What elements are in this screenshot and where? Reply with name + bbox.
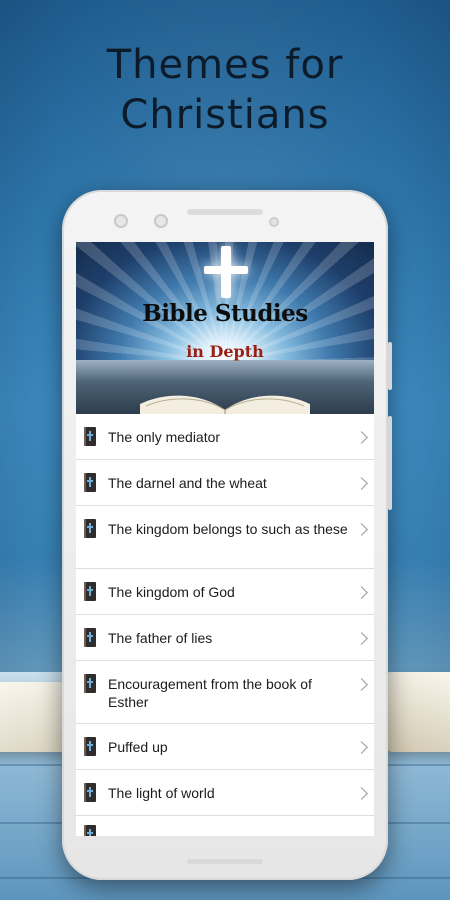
list-item[interactable]: The father of lies	[76, 615, 374, 661]
bible-icon	[84, 674, 96, 693]
bible-icon	[84, 783, 96, 802]
list-item[interactable]: The darnel and the wheat	[76, 460, 374, 506]
background-book-left	[0, 682, 70, 752]
camera-icon	[154, 214, 168, 228]
list-item[interactable]: The kingdom of God	[76, 569, 374, 615]
bible-icon	[84, 473, 96, 492]
chevron-right-icon	[355, 523, 368, 536]
sensor-icon	[269, 217, 279, 227]
list-item[interactable]: The light of world	[76, 770, 374, 816]
chevron-right-icon	[355, 678, 368, 691]
chevron-right-icon	[355, 586, 368, 599]
headline-line-1: Themes for	[106, 42, 344, 88]
background-book-right	[385, 672, 450, 752]
speaker-grille	[187, 209, 263, 215]
bible-icon	[84, 628, 96, 647]
list-item-label: The kingdom belongs to such as these	[108, 521, 348, 537]
list-item-label: Encouragement from the book of Esther	[108, 676, 312, 710]
bible-icon	[84, 519, 96, 538]
list-item[interactable]: Encouragement from the book of Esther	[76, 661, 374, 724]
list-item-label: The kingdom of God	[108, 584, 235, 600]
chevron-right-icon	[355, 477, 368, 490]
chevron-right-icon	[355, 787, 368, 800]
bible-icon	[84, 582, 96, 601]
topic-list: The only mediator The darnel and the whe…	[76, 414, 374, 836]
list-item-label: The only mediator	[108, 429, 221, 445]
phone-mockup: Bible Studies in Depth The only mediator…	[62, 190, 392, 880]
promo-headline: Themes for Christians	[0, 40, 450, 140]
bible-icon	[84, 825, 96, 836]
banner-title: Bible Studies	[142, 300, 308, 327]
app-banner: Bible Studies in Depth	[76, 242, 374, 414]
headline-line-2: Christians	[120, 92, 330, 138]
chevron-right-icon	[355, 632, 368, 645]
list-item-label: The darnel and the wheat	[108, 475, 267, 491]
list-item[interactable]: The kingdom belongs to such as these	[76, 506, 374, 569]
list-item[interactable]: Puffed up	[76, 724, 374, 770]
chevron-right-icon	[355, 431, 368, 444]
list-item-label: The light of world	[108, 785, 215, 801]
list-item-partial[interactable]	[76, 816, 374, 836]
camera-icon	[114, 214, 128, 228]
list-item-label: Puffed up	[108, 739, 168, 755]
chevron-right-icon	[355, 741, 368, 754]
app-screen[interactable]: Bible Studies in Depth The only mediator…	[76, 242, 374, 836]
banner-subtitle: in Depth	[186, 342, 264, 361]
list-item[interactable]: The only mediator	[76, 414, 374, 460]
list-item-label: The father of lies	[108, 630, 213, 646]
bible-icon	[84, 427, 96, 446]
open-book-icon	[140, 395, 310, 414]
home-indicator	[187, 859, 263, 864]
bible-icon	[84, 737, 96, 756]
